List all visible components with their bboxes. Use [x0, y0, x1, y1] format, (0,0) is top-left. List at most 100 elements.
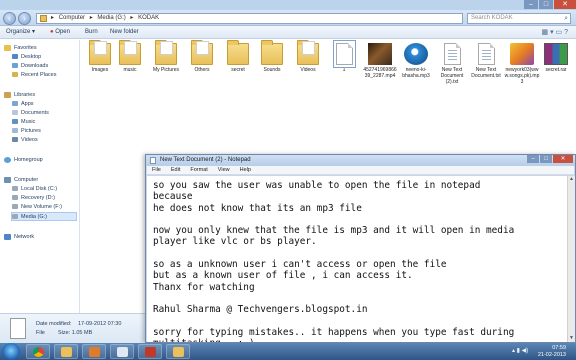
notepad-text-area[interactable]: so you saw the user was unable to open t… — [147, 176, 567, 342]
folder-icon — [227, 40, 249, 65]
desktop-icon — [12, 54, 18, 60]
close-button[interactable]: ✕ — [554, 0, 576, 9]
taskbar-app-explorer[interactable] — [54, 344, 78, 359]
nav-item-local-disk[interactable]: Local Disk (C:) — [12, 185, 57, 194]
nav-item-documents[interactable]: Documents — [12, 109, 49, 118]
menu-help[interactable]: Help — [240, 166, 251, 175]
file-item-mp4[interactable]: 45274196986639_2287.mp4 — [362, 43, 398, 79]
notepad-icon — [117, 347, 128, 357]
forward-button[interactable]: › — [18, 12, 31, 25]
notepad-title: New Text Document (2) - Notepad — [160, 157, 251, 163]
nav-network[interactable]: Network — [4, 233, 34, 242]
folder-icon — [173, 347, 184, 357]
file-item-mp3-neeno[interactable]: neeno-ki-bhasha.mp3 — [398, 43, 434, 79]
item-label: secret — [231, 67, 245, 73]
document-icon — [332, 40, 356, 68]
scroll-down-icon[interactable]: ▼ — [568, 335, 575, 342]
open-icon: ● — [50, 29, 54, 35]
nav-item-videos[interactable]: Videos — [12, 136, 38, 145]
folder-icon — [40, 15, 47, 22]
start-button[interactable] — [2, 343, 20, 360]
file-item-txt[interactable]: New Text Document.txt — [468, 43, 504, 79]
nav-item-media[interactable]: Media (G:) — [11, 212, 77, 221]
nav-item-pictures[interactable]: Pictures — [12, 127, 41, 136]
drive-icon — [12, 204, 18, 210]
notepad-close-button[interactable]: ✕ — [553, 155, 573, 163]
folder-item-videos[interactable]: Videos — [290, 40, 326, 73]
notepad-scrollbar[interactable]: ▲ ▼ — [567, 176, 575, 342]
item-label: New Text Document (2).txt — [440, 67, 464, 85]
clock-time[interactable]: 07:59 — [552, 345, 566, 351]
notepad-minimize-button[interactable]: – — [527, 155, 539, 163]
navigation-bar: ‹ › ▸ Computer ▸ Media (G:) ▸ KODAK Sear… — [0, 10, 576, 26]
view-options-icon[interactable]: ▦ ▾ ▭ ? — [542, 28, 568, 36]
tray-icons[interactable]: ▴ ▮ ◀) — [512, 347, 528, 354]
maximize-button[interactable]: □ — [539, 0, 553, 9]
libraries-icon — [4, 91, 11, 98]
folder-item-others[interactable]: Others — [184, 40, 220, 73]
taskbar-app-chrome[interactable] — [26, 344, 50, 359]
nav-item-recent-places[interactable]: Recent Places — [12, 71, 56, 80]
breadcrumb-sep: ▸ — [51, 15, 55, 21]
media-icon — [89, 347, 100, 357]
nav-item-new-volume[interactable]: New Volume (F:) — [12, 203, 62, 212]
breadcrumb-computer[interactable]: Computer — [59, 15, 85, 21]
taskbar-app-media[interactable] — [82, 344, 106, 359]
menu-edit[interactable]: Edit — [171, 166, 180, 175]
folder-item-secret[interactable]: secret — [220, 40, 256, 73]
menu-file[interactable]: File — [152, 166, 161, 175]
folder-item-music[interactable]: music — [112, 40, 148, 73]
folder-item-my-pictures[interactable]: My Pictures — [148, 40, 184, 73]
burn-button[interactable]: Burn — [85, 28, 98, 37]
item-label: 1 — [342, 67, 346, 73]
command-bar: Organize ▾ ● Open Burn New folder ▦ ▾ ▭ … — [0, 26, 576, 39]
notepad-maximize-button[interactable]: □ — [540, 155, 552, 163]
item-label: Others — [194, 67, 210, 73]
size-label: Size: 1.05 MB — [58, 330, 93, 336]
back-button[interactable]: ‹ — [3, 12, 16, 25]
search-placeholder: Search KODAK — [471, 15, 513, 21]
item-label: 45274196986639_2287.mp4 — [363, 67, 397, 79]
new-folder-button[interactable]: New folder — [110, 28, 139, 37]
clock-date[interactable]: 21-02-2013 — [538, 352, 566, 358]
drive-icon — [12, 214, 18, 220]
nav-favorites[interactable]: Favorites — [4, 44, 37, 53]
network-icon — [4, 233, 11, 240]
nav-item-downloads[interactable]: Downloads — [12, 62, 48, 71]
taskbar: ▴ ▮ ◀) 07:59 21-02-2013 — [0, 343, 576, 360]
breadcrumb-kodak[interactable]: KODAK — [138, 15, 159, 21]
scroll-up-icon[interactable]: ▲ — [568, 176, 575, 183]
folder-icon — [191, 40, 213, 65]
taskbar-app-explorer-2[interactable] — [166, 344, 190, 359]
archive-icon — [544, 43, 568, 65]
item-label: music — [123, 67, 137, 73]
minimize-button[interactable]: – — [524, 0, 538, 9]
nav-item-recovery[interactable]: Recovery (D:) — [12, 194, 55, 203]
file-item-txt-2[interactable]: New Text Document (2).txt — [434, 43, 470, 85]
folder-item-sounds[interactable]: Sounds — [254, 40, 290, 73]
date-modified-value: 17-09-2012 07:30 — [78, 321, 122, 327]
file-item-mp3-newyork[interactable]: newyork03(www.songs.pk).mp3 — [504, 43, 540, 85]
file-item-rar[interactable]: secret.rar — [538, 43, 574, 73]
nav-item-apps[interactable]: Apps — [12, 100, 34, 109]
taskbar-app-recorder[interactable] — [138, 344, 162, 359]
nav-libraries[interactable]: Libraries — [4, 91, 35, 100]
breadcrumb-media[interactable]: Media (G:) — [97, 15, 125, 21]
nav-item-desktop[interactable]: Desktop — [12, 53, 41, 62]
open-button[interactable]: ● Open — [50, 28, 70, 37]
item-label: Videos — [300, 67, 316, 73]
organize-button[interactable]: Organize ▾ — [6, 28, 35, 37]
star-icon — [4, 44, 11, 51]
file-item-1[interactable]: 1 — [326, 40, 362, 73]
address-bar[interactable]: ▸ Computer ▸ Media (G:) ▸ KODAK — [36, 13, 463, 24]
nav-item-music[interactable]: Music — [12, 118, 35, 127]
folder-icon — [297, 40, 319, 65]
search-input[interactable]: Search KODAK ⌕ — [467, 13, 571, 24]
taskbar-app-notepad[interactable] — [110, 344, 134, 359]
menu-view[interactable]: View — [218, 166, 230, 175]
notepad-titlebar[interactable]: New Text Document (2) - Notepad – □ ✕ — [146, 155, 575, 166]
breadcrumb-sep: ▸ — [130, 15, 134, 21]
menu-format[interactable]: Format — [190, 166, 207, 175]
nav-computer[interactable]: Computer — [4, 176, 38, 185]
nav-homegroup[interactable]: Homegroup — [4, 156, 43, 165]
